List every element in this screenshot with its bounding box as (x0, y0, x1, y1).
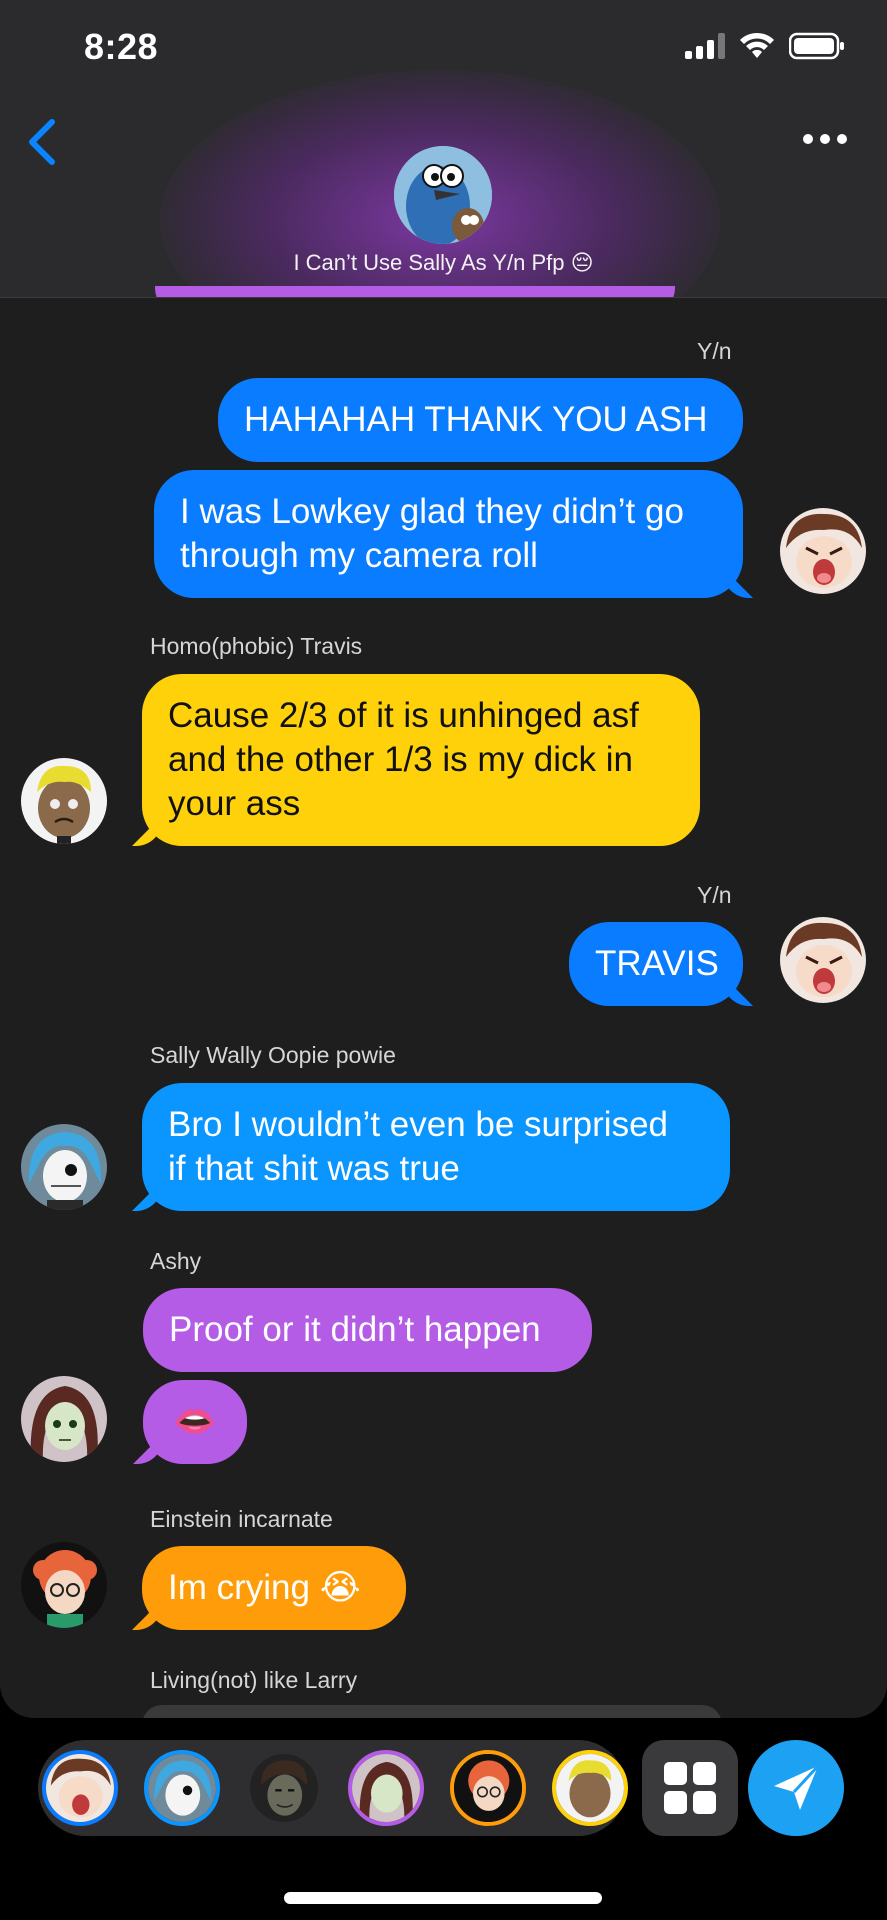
apps-grid-icon (664, 1762, 716, 1814)
previous-message-bubble (155, 286, 675, 297)
sender-name: Y/n (697, 338, 732, 364)
tray-avatar-yn[interactable] (42, 1750, 118, 1826)
yn-face-icon (780, 917, 866, 1003)
message-line: Bro I wouldn’t even be surprised (168, 1105, 668, 1144)
message-bubble[interactable]: 👄 (143, 1380, 247, 1464)
ashy-face-icon (21, 1376, 107, 1462)
message-bubble[interactable]: HAHAHAH THANK YOU ASH (218, 378, 743, 462)
sender-name: Einstein incarnate (150, 1506, 333, 1532)
tray-avatar-sally[interactable] (144, 1750, 220, 1826)
tray-avatar-travis[interactable] (552, 1750, 628, 1826)
group-avatar[interactable] (394, 146, 492, 244)
chat-header: 8:28 I Can’t Use Sally As Y/n Pfp 😔 (0, 0, 887, 298)
sally-face-icon (148, 1754, 216, 1822)
message-bubble-partial (142, 1705, 722, 1718)
home-indicator[interactable] (284, 1892, 602, 1904)
more-dots-icon (803, 134, 813, 144)
message-bubble[interactable]: I was Lowkey glad they didn’t go through… (154, 470, 743, 598)
tray-avatar-einstein[interactable] (450, 1750, 526, 1826)
wifi-icon (740, 32, 774, 58)
sender-name: Ashy (150, 1248, 202, 1274)
einstein-avatar[interactable] (21, 1542, 107, 1628)
message-bubble[interactable]: Im crying 😭 (142, 1546, 406, 1630)
battery-icon (789, 32, 844, 60)
message-line: I was Lowkey glad they didn’t go (180, 492, 684, 531)
status-icons (685, 32, 845, 60)
signal-icon (685, 33, 725, 59)
larry-face-icon (250, 1754, 318, 1822)
send-paper-plane-icon (774, 1764, 820, 1810)
sally-face-icon (21, 1124, 107, 1210)
travis-face-icon (556, 1754, 624, 1822)
chat-area[interactable]: 8:28 I Can’t Use Sally As Y/n Pfp 😔 Y/n … (0, 0, 887, 1718)
message-bubble[interactable]: Cause 2/3 of it is unhinged asf and the … (142, 674, 700, 846)
sender-name: Homo(phobic) Travis (150, 633, 363, 659)
more-options-button[interactable] (803, 132, 847, 146)
sender-name: Sally Wally Oopie powie (150, 1042, 396, 1068)
messenger-screen: 8:28 I Can’t Use Sally As Y/n Pfp 😔 Y/n … (0, 0, 887, 1920)
avatar-tray (38, 1740, 628, 1836)
group-name[interactable]: I Can’t Use Sally As Y/n Pfp 😔 (0, 250, 887, 276)
yn-avatar[interactable] (780, 508, 866, 594)
message-line: your ass (168, 784, 301, 823)
message-bubble[interactable]: Proof or it didn’t happen (143, 1288, 592, 1372)
yn-face-icon (46, 1754, 114, 1822)
message-bubble[interactable]: TRAVIS (569, 922, 743, 1006)
message-line: through my camera roll (180, 536, 538, 575)
back-button[interactable] (22, 112, 62, 172)
sender-name: Living(not) like Larry (150, 1667, 358, 1693)
yn-face-icon (780, 508, 866, 594)
travis-avatar[interactable] (21, 758, 107, 844)
ashy-face-icon (352, 1754, 420, 1822)
bird-character-avatar (394, 146, 492, 244)
travis-face-icon (21, 758, 107, 844)
message-line: Cause 2/3 of it is unhinged asf (168, 696, 639, 735)
status-time: 8:28 (84, 26, 159, 67)
apps-grid-button[interactable] (642, 1740, 738, 1836)
einstein-face-icon (21, 1542, 107, 1628)
tray-avatar-ashy[interactable] (348, 1750, 424, 1826)
einstein-face-icon (454, 1754, 522, 1822)
tray-avatar-larry[interactable] (246, 1750, 322, 1826)
back-chevron-icon (29, 119, 55, 165)
send-button[interactable] (748, 1740, 844, 1836)
yn-avatar[interactable] (780, 917, 866, 1003)
message-line: if that shit was true (168, 1149, 460, 1188)
message-line: and the other 1/3 is my dick in (168, 740, 633, 779)
sender-name: Y/n (697, 882, 732, 908)
message-bubble[interactable]: Bro I wouldn’t even be surprised if that… (142, 1083, 730, 1211)
sally-avatar[interactable] (21, 1124, 107, 1210)
ashy-avatar[interactable] (21, 1376, 107, 1462)
